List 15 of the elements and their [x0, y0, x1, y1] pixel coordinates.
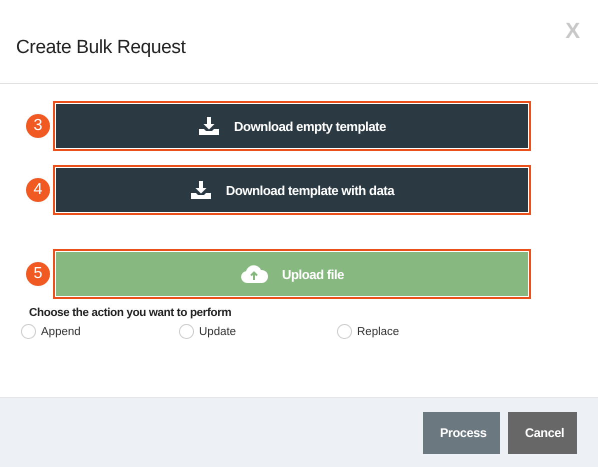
process-button[interactable]: Process — [423, 412, 500, 454]
radio-option[interactable]: Replace — [337, 324, 495, 339]
radio-option[interactable]: Update — [179, 324, 337, 339]
action-prompt: Choose the action you want to perform — [29, 307, 232, 319]
download-icon — [198, 116, 220, 136]
step-marker: 5 — [26, 262, 50, 286]
dialog-title: Create Bulk Request — [16, 37, 186, 59]
download-button[interactable]: Download template with data — [53, 165, 531, 215]
radio-option[interactable]: Append — [21, 324, 179, 339]
cancel-button[interactable]: Cancel — [508, 412, 577, 454]
download-button[interactable]: Download empty template — [53, 101, 531, 151]
cloud-upload-icon — [240, 264, 268, 284]
step-marker: 4 — [26, 178, 50, 202]
step-marker: 3 — [26, 114, 50, 138]
download-icon — [190, 180, 212, 200]
